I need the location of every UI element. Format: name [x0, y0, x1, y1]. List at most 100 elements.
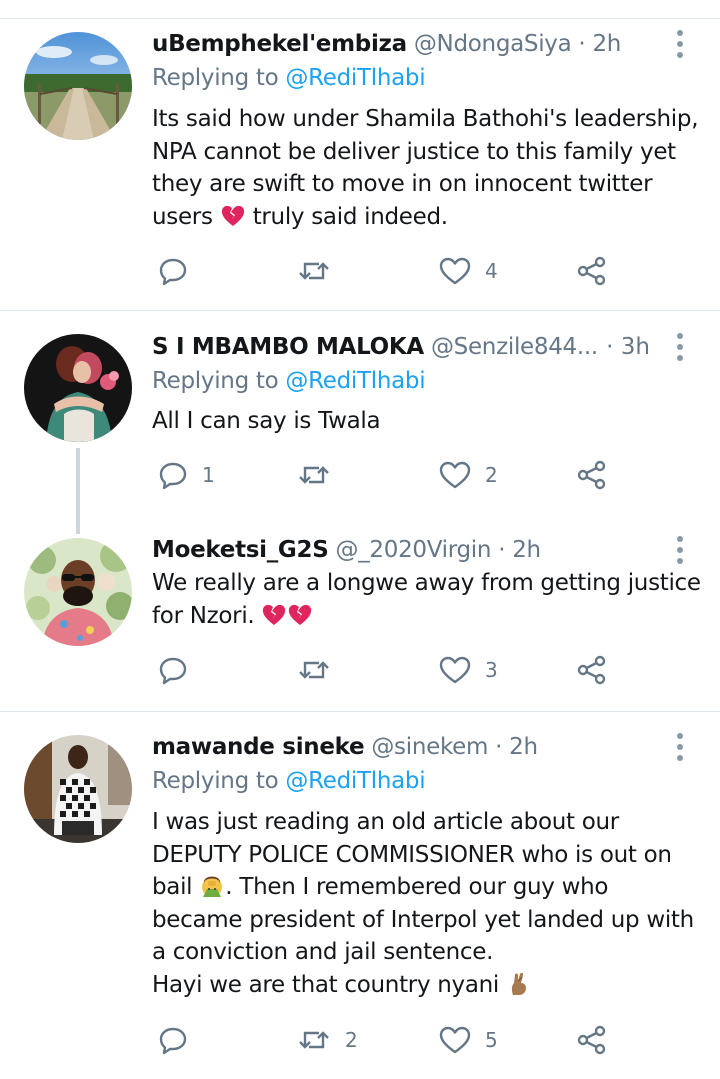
heart-icon: [439, 257, 471, 285]
display-name[interactable]: mawande sineke: [152, 734, 365, 760]
heart-icon: [439, 656, 471, 684]
tweet-text-fragment: truly said indeed.: [252, 203, 448, 230]
more-options-icon[interactable]: [670, 534, 690, 566]
man-checkered-shirt-avatar[interactable]: [24, 735, 132, 843]
tweet-header: Moeketsi_G2S @_2020Virgin · 2h: [152, 534, 660, 566]
share-button[interactable]: [576, 455, 608, 495]
tweet-text-fragment: bail: [152, 874, 193, 901]
retweet-icon: [299, 466, 329, 484]
retweet-button[interactable]: [297, 650, 345, 690]
display-name[interactable]: Moeketsi_G2S: [152, 537, 329, 563]
crossed-fingers-emoji: [506, 971, 532, 997]
reply-icon: [159, 258, 187, 286]
user-handle[interactable]: @Senzile844...: [431, 334, 598, 360]
tweet-header: S I MBAMBO MALOKA @Senzile844...: [152, 331, 605, 363]
retweet-button[interactable]: 2: [297, 1020, 358, 1060]
separator-dot: ·: [578, 31, 586, 57]
tweet-text-line: NPA cannot be deliver justice to this fa…: [152, 138, 676, 165]
more-options-icon[interactable]: [670, 331, 690, 363]
user-handle[interactable]: @sinekem: [371, 734, 488, 760]
replying-to-label: Replying to: [152, 768, 279, 794]
user-handle[interactable]: @_2020Virgin: [336, 537, 492, 563]
tweet-text-line: Its said how under Shamila Bathohi's lea…: [152, 106, 699, 132]
retweet-icon: [299, 661, 329, 679]
share-icon: [577, 256, 606, 286]
replying-to: Replying to @RediTlhabi: [152, 62, 426, 94]
share-button[interactable]: [576, 251, 608, 291]
tweet-text: I was just reading an old article about …: [152, 806, 707, 1002]
heart-icon: [439, 461, 471, 489]
timestamp[interactable]: 3h: [621, 334, 650, 360]
tweet-text: All I can say is Twala: [152, 405, 707, 438]
tweet-text-line-with-emoji: bail . Then I remembered our guy who: [152, 871, 707, 904]
retweet-count: 2: [345, 1028, 358, 1052]
mention-link[interactable]: @RediTlhabi: [285, 368, 425, 394]
reply-feed: uBemphekel'embiza @NdongaSiya · 2h Reply…: [0, 0, 720, 1079]
tweet-text-line-with-emoji: Hayi we are that country nyani: [152, 969, 707, 1002]
heart-icon: [439, 1026, 471, 1054]
tweet-actions: 1 2: [152, 455, 622, 495]
tweet-text-line: a conviction and jail sentence.: [152, 939, 494, 966]
like-button[interactable]: 5: [439, 1020, 498, 1060]
thread-connector-line: [76, 448, 80, 534]
display-name[interactable]: S I MBAMBO MALOKA: [152, 334, 424, 360]
share-icon: [577, 460, 606, 490]
like-button[interactable]: 2: [439, 455, 498, 495]
retweet-button[interactable]: [297, 251, 345, 291]
separator-dot: ·: [498, 537, 506, 563]
tweet-text: We really are a longwe away from getting…: [152, 567, 707, 632]
tweet-actions: 4: [152, 251, 622, 291]
replying-to-label: Replying to: [152, 65, 279, 91]
mention-link[interactable]: @RediTlhabi: [285, 65, 425, 91]
like-count: 2: [485, 463, 498, 487]
mention-link[interactable]: @RediTlhabi: [285, 768, 425, 794]
tweet-text-fragment: Hayi we are that country nyani: [152, 971, 500, 998]
like-button[interactable]: 3: [439, 650, 498, 690]
user-handle[interactable]: @NdongaSiya: [414, 31, 572, 57]
tweet-text-line-with-emoji: for Nzori.: [152, 600, 707, 633]
tweet-text-line: DEPUTY POLICE COMMISSIONER who is out on: [152, 841, 672, 868]
tweet-text-line: they are swift to move in on innocent tw…: [152, 171, 653, 198]
timestamp[interactable]: 2h: [512, 537, 541, 563]
like-button[interactable]: 4: [439, 251, 498, 291]
more-options-icon[interactable]: [670, 28, 690, 60]
replying-to: Replying to @RediTlhabi: [152, 365, 426, 397]
retweet-icon: [299, 262, 329, 280]
replying-to-label: Replying to: [152, 368, 279, 394]
reply-button[interactable]: [158, 650, 202, 690]
share-button[interactable]: [576, 1020, 608, 1060]
tweet-header: uBemphekel'embiza @NdongaSiya · 2h: [152, 28, 660, 60]
divider: [0, 18, 720, 19]
reply-button[interactable]: [158, 1020, 202, 1060]
tweet-header: mawande sineke @sinekem · 2h: [152, 731, 660, 763]
tweet-text-fragment: . Then I remembered our guy who: [225, 874, 609, 901]
share-icon: [577, 655, 606, 685]
hugging-couple-avatar[interactable]: [24, 334, 132, 442]
reply-count: 1: [202, 463, 215, 487]
separator-dot: ·: [606, 334, 614, 360]
tweet-text-line: All I can say is Twala: [152, 408, 381, 434]
like-count: 5: [485, 1028, 498, 1052]
man-sunglasses-avatar[interactable]: [24, 538, 132, 646]
share-icon: [577, 1025, 606, 1055]
retweet-button[interactable]: [297, 455, 345, 495]
reply-button[interactable]: 1: [158, 455, 215, 495]
reply-button[interactable]: [158, 251, 202, 291]
display-name[interactable]: uBemphekel'embiza: [152, 31, 407, 57]
facepalm-emoji: [199, 873, 225, 899]
reply-icon: [159, 657, 187, 685]
divider: [0, 310, 720, 311]
more-options-icon[interactable]: [670, 731, 690, 763]
tweet-text-fragment: for Nzori.: [152, 602, 255, 629]
replying-to: Replying to @RediTlhabi: [152, 765, 426, 797]
tweet-text-line: I was just reading an old article about …: [152, 809, 619, 835]
timestamp[interactable]: 2h: [592, 31, 621, 57]
share-button[interactable]: [576, 650, 608, 690]
separator-dot: ·: [495, 734, 503, 760]
timestamp[interactable]: 2h: [509, 734, 538, 760]
bridge-landscape-avatar[interactable]: [24, 32, 132, 140]
tweet-text-line: We really are a longwe away from getting…: [152, 570, 701, 596]
tweet-text-line-with-emoji: users truly said indeed.: [152, 201, 707, 234]
tweet-text-fragment: users: [152, 203, 213, 230]
reply-icon: [159, 462, 187, 490]
